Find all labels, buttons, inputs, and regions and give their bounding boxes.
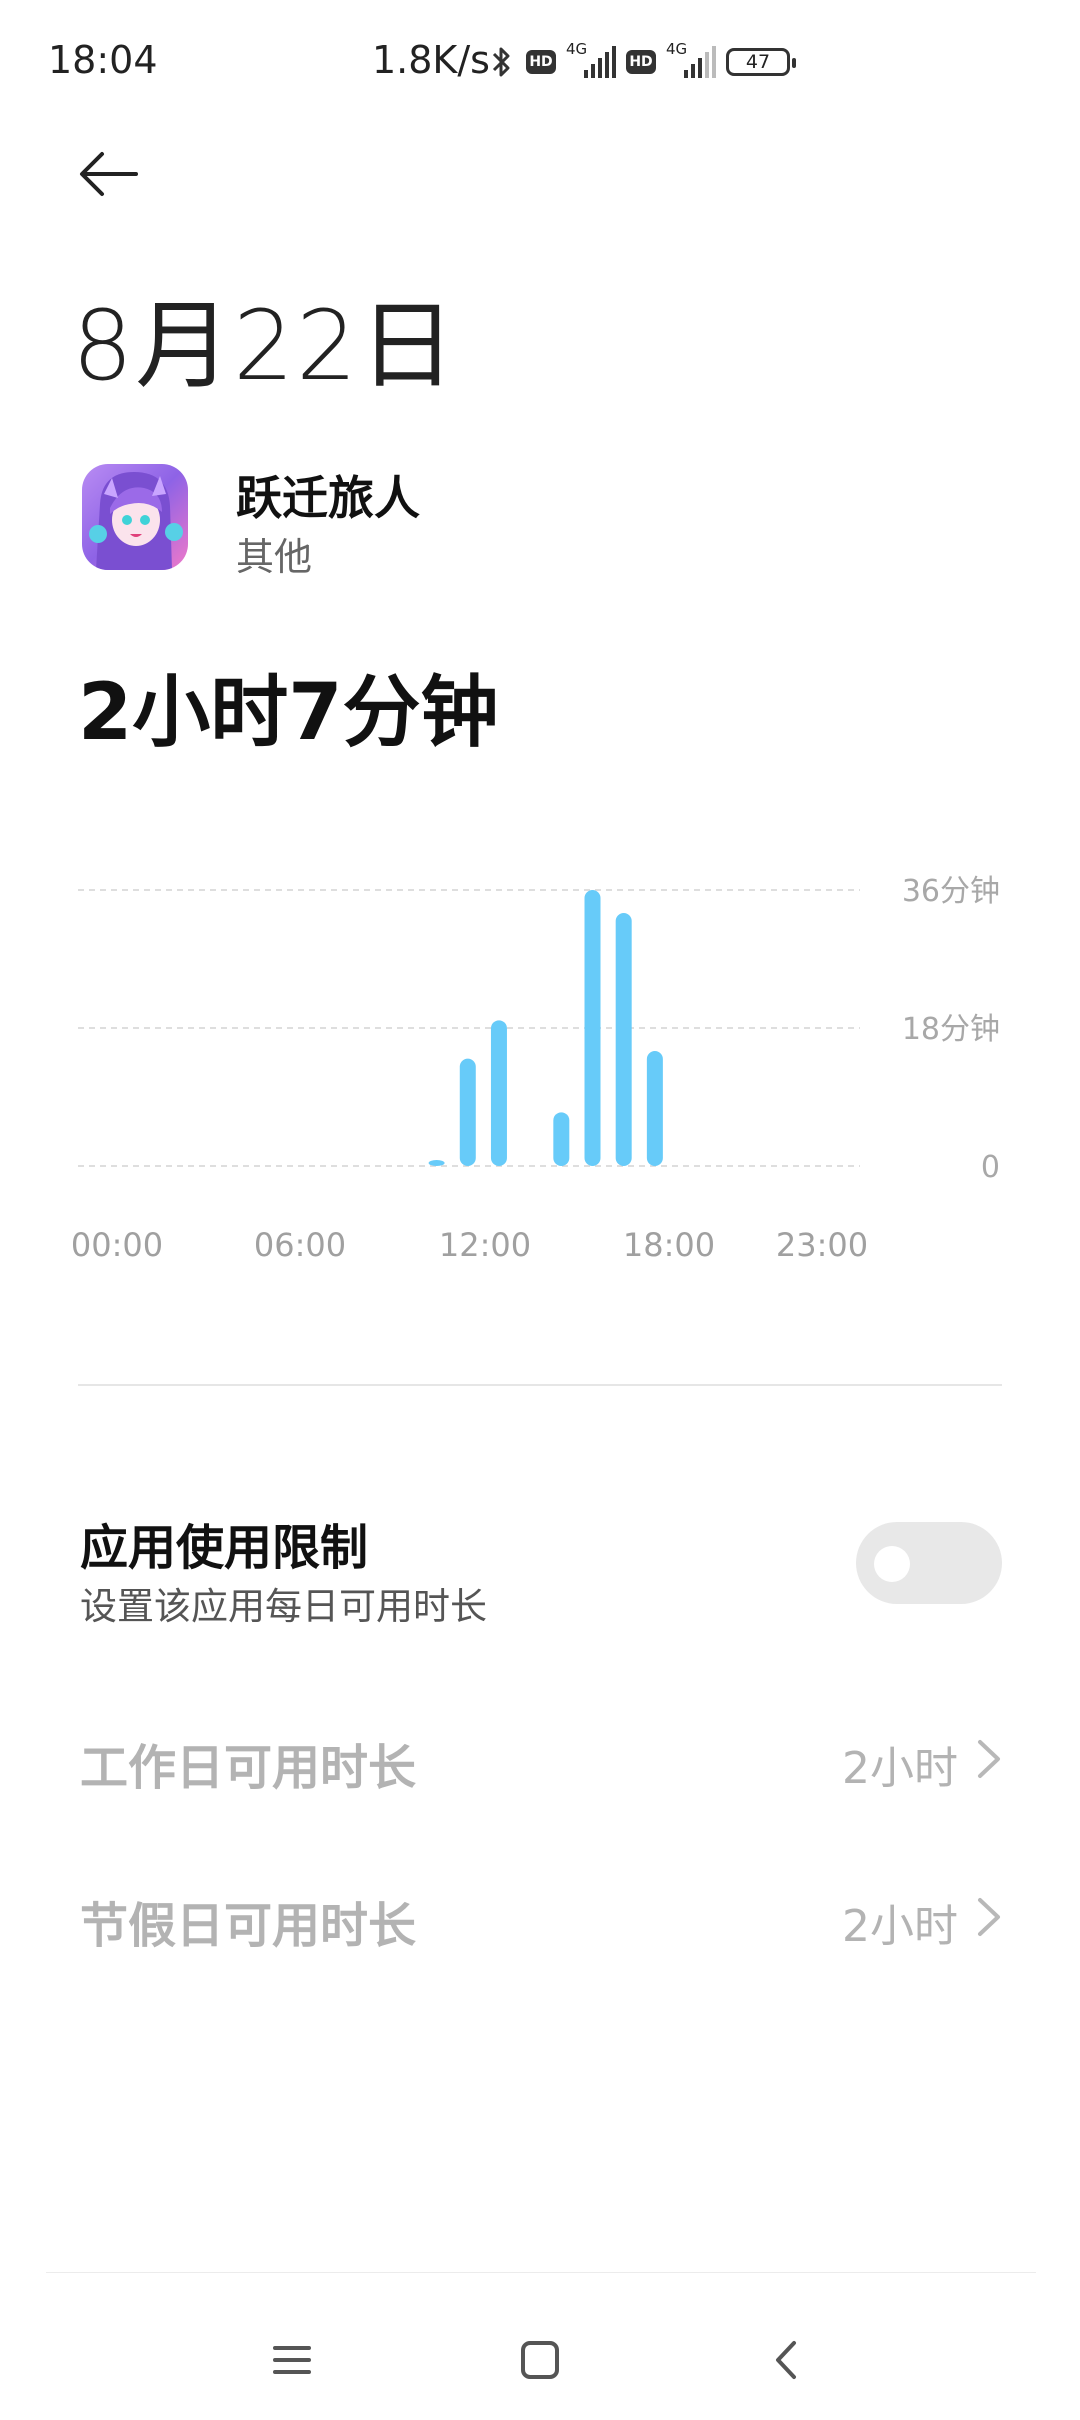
divider: [78, 1384, 1002, 1386]
nav-divider: [46, 2272, 1036, 2273]
app-name: 跃迁旅人: [236, 471, 420, 525]
chart-y-tick-label: 36分钟: [902, 874, 1000, 909]
holiday-limit-row[interactable]: 节假日可用时长 2小时: [0, 1850, 1080, 1980]
hd-voice-icon: HD: [526, 50, 556, 74]
weekday-limit-value: 2小时: [842, 1743, 958, 1794]
battery-icon: 47: [726, 48, 796, 76]
chevron-right-icon: [978, 1898, 1000, 1936]
weekday-limit-row[interactable]: 工作日可用时长 2小时: [0, 1692, 1080, 1822]
chevron-right-icon: [978, 1740, 1000, 1778]
chart-bar: [584, 890, 601, 1166]
chart-x-tick-label: 06:00: [254, 1226, 346, 1264]
menu-button[interactable]: [232, 2300, 352, 2420]
home-button[interactable]: [480, 2300, 600, 2420]
usage-limit-title: 应用使用限制: [80, 1520, 369, 1576]
signal-icon-2: 4G: [666, 40, 716, 82]
hd-voice-icon-2: HD: [626, 50, 656, 74]
network-speed: 1.8K/s: [372, 38, 490, 82]
chart-bar: [490, 1020, 507, 1166]
holiday-limit-label: 节假日可用时长: [80, 1898, 417, 1954]
status-icons: HD 4G HD 4G 47: [488, 40, 796, 84]
usage-chart: 36分钟 18分钟 0 00:00 06:00 12:00 18:00 23:00: [71, 874, 1000, 1264]
chart-x-tick-label: 00:00: [71, 1226, 163, 1264]
chart-bar: [553, 1112, 570, 1166]
chart-bar: [615, 913, 632, 1166]
back-arrow-icon: [80, 152, 138, 196]
signal-icon: 4G: [566, 40, 616, 82]
usage-limit-toggle[interactable]: [856, 1522, 1002, 1604]
nav-back-icon: [776, 2341, 796, 2379]
usage-limit-subtitle: 设置该应用每日可用时长: [80, 1585, 487, 1628]
page-title: 8月22日: [72, 290, 458, 402]
app-icon: [82, 464, 188, 570]
app-category: 其他: [236, 535, 313, 579]
chart-x-tick-label: 23:00: [776, 1226, 868, 1264]
chart-bar: [646, 1051, 663, 1166]
battery-level: 47: [745, 51, 771, 73]
chart-y-tick-label: 0: [981, 1150, 1000, 1185]
bluetooth-icon: [492, 47, 510, 77]
toggle-knob: [874, 1546, 910, 1582]
chart-bar: [428, 1160, 445, 1166]
chart-x-tick-label: 12:00: [439, 1226, 531, 1264]
status-time: 18:04: [48, 38, 158, 82]
chart-bar: [459, 1058, 476, 1166]
total-usage-time: 2小时7分钟: [78, 668, 499, 758]
menu-icon: [273, 2346, 311, 2374]
back-button[interactable]: [70, 140, 150, 220]
weekday-limit-label: 工作日可用时长: [80, 1740, 417, 1796]
chart-y-tick-label: 18分钟: [902, 1012, 1000, 1047]
holiday-limit-value: 2小时: [842, 1901, 958, 1952]
nav-back-button[interactable]: [728, 2300, 848, 2420]
chart-x-tick-label: 18:00: [623, 1226, 715, 1264]
home-icon: [521, 2341, 559, 2379]
